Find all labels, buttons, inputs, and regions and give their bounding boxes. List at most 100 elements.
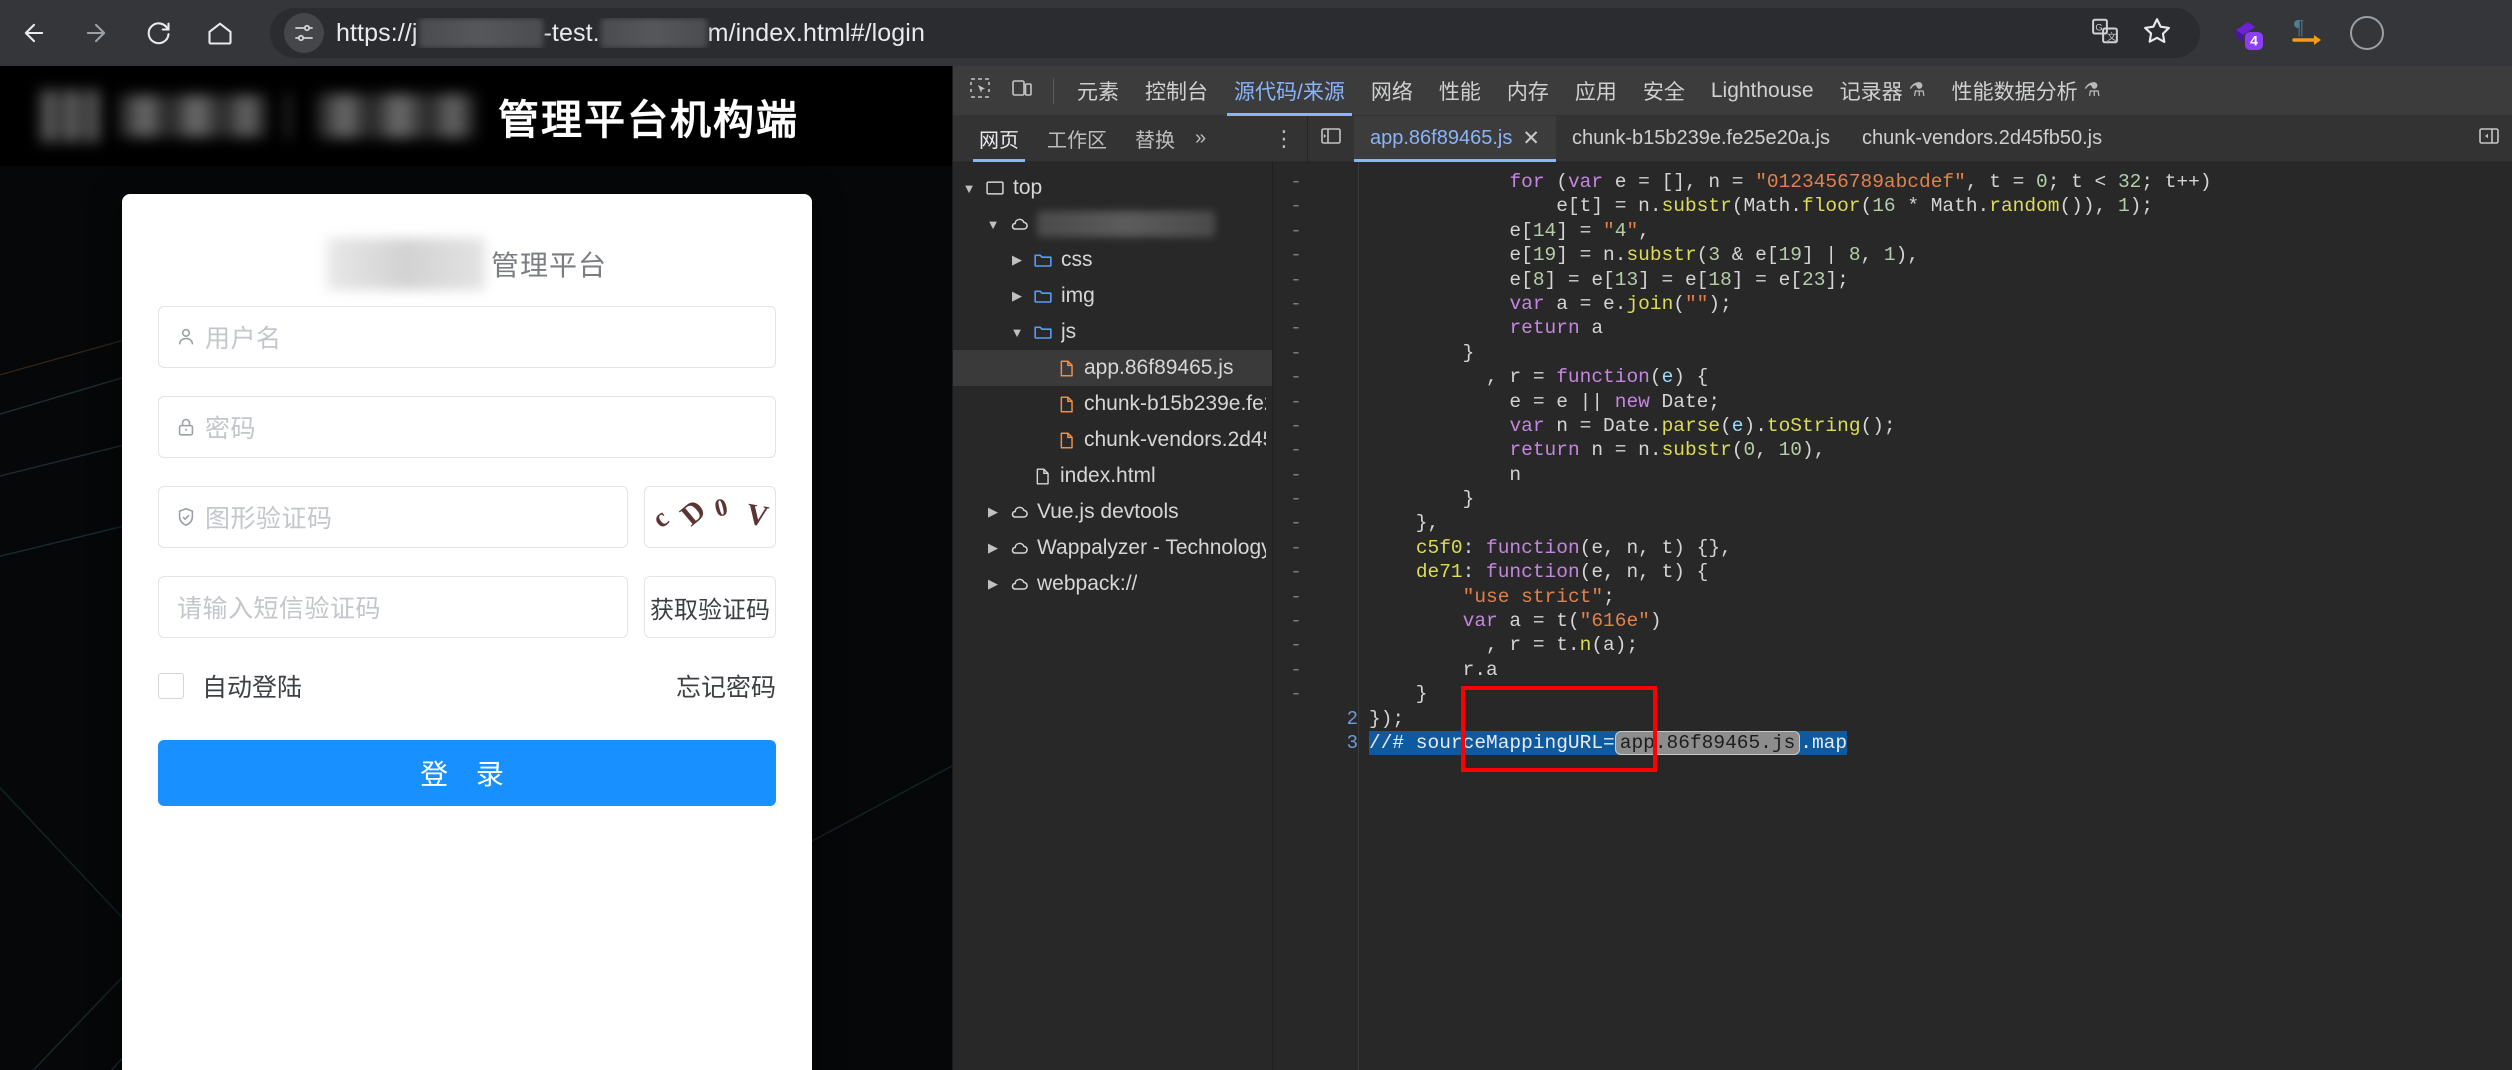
- chevron-down-icon[interactable]: ▼: [1009, 325, 1025, 340]
- reload-button[interactable]: [130, 5, 186, 61]
- pilcrow-arrow-extension-button[interactable]: ¶: [2282, 8, 2332, 58]
- device-toolbar-button[interactable]: [1001, 70, 1043, 112]
- username-placeholder: 用户名: [205, 325, 282, 353]
- tree-row[interactable]: ▶ Wappalyzer - Technology profiler: [953, 530, 1272, 566]
- chevron-right-icon[interactable]: ▶: [985, 576, 1001, 592]
- devtools-tab-9[interactable]: 记录器 ⚗: [1827, 66, 1939, 116]
- chevron-down-icon[interactable]: ▼: [985, 217, 1001, 232]
- page-viewport: 管理平台机构端 管理平台 用户名 密码 图形验证码 c D 0 V 请输入短信验…: [0, 66, 952, 1070]
- forward-button[interactable]: [68, 5, 124, 61]
- devtools-tab-8[interactable]: Lighthouse: [1698, 66, 1827, 116]
- back-button[interactable]: [6, 5, 62, 61]
- line-number: [1319, 609, 1358, 633]
- sms-captcha-field[interactable]: 请输入短信验证码: [158, 576, 628, 638]
- tree-row[interactable]: ▼: [953, 206, 1272, 242]
- devtools-tabbar: 元素 控制台 源代码/来源 网络 性能 内存 应用 安全 Lighthouse 记录器 ⚗ 性能数据分…: [953, 66, 2512, 116]
- inspect-element-button[interactable]: [959, 70, 1001, 112]
- forgot-password-link[interactable]: 忘记密码: [676, 668, 776, 704]
- cloud-icon: [1009, 502, 1029, 522]
- file-tab-0[interactable]: app.86f89465.js ✕: [1354, 115, 1556, 162]
- navigator-more-button[interactable]: »: [1189, 127, 1212, 150]
- file-navigator-tree[interactable]: ▼ top ▼ ▶ css ▶ img ▼ js app.86f89465.js chunk-b15…: [953, 162, 1273, 1070]
- code-line: }: [1369, 488, 1475, 511]
- extension-badge-button[interactable]: 4: [2222, 8, 2272, 58]
- line-number: [1319, 365, 1358, 389]
- auto-login-group[interactable]: 自动登陆: [158, 668, 302, 704]
- tree-row[interactable]: ▼ js: [953, 314, 1272, 350]
- code-line: n: [1369, 463, 1522, 486]
- username-field[interactable]: 用户名: [158, 306, 776, 368]
- line-number: 3: [1346, 731, 1358, 754]
- code-editor[interactable]: ---------------------- 23 for (var e = […: [1273, 162, 2512, 1070]
- image-captcha-field[interactable]: 图形验证码: [158, 486, 628, 548]
- navigator-subtabs: 网页 工作区 替换»: [953, 116, 1273, 162]
- selected-token[interactable]: app.86f89465.js: [1614, 730, 1801, 755]
- line-number: [1319, 341, 1358, 365]
- devtools-tab-7[interactable]: 安全: [1630, 66, 1698, 116]
- auto-login-checkbox[interactable]: [158, 673, 184, 699]
- tree-row[interactable]: ▶ Vue.js devtools: [953, 494, 1272, 530]
- tree-row[interactable]: chunk-vendors.2d45fb50.js: [953, 422, 1272, 458]
- tree-row[interactable]: chunk-b15b239e.fe25e20a.js: [953, 386, 1272, 422]
- toggle-navigator-button[interactable]: [1308, 116, 1354, 162]
- tree-label: chunk-b15b239e.fe25e20a.js: [1084, 392, 1266, 415]
- home-button[interactable]: [192, 5, 248, 61]
- devtools-tab-5[interactable]: 内存: [1494, 66, 1562, 116]
- navigator-subtab-0[interactable]: 网页: [965, 116, 1033, 162]
- toggle-sidebar-button[interactable]: [2466, 116, 2512, 162]
- url-text[interactable]: https://j -test. m/index.html#/login: [336, 18, 925, 48]
- folder-icon: [1033, 250, 1053, 270]
- tree-row[interactable]: app.86f89465.js: [953, 350, 1272, 386]
- chevron-right-icon[interactable]: ▶: [1009, 252, 1025, 268]
- header-divider-redacted: [286, 93, 290, 139]
- chevron-right-icon[interactable]: ▶: [985, 504, 1001, 520]
- devtools-tab-1[interactable]: 控制台: [1132, 66, 1221, 116]
- devtools-tab-6[interactable]: 应用: [1562, 66, 1630, 116]
- profile-avatar[interactable]: [2342, 8, 2392, 58]
- devtools-tab-label: 内存: [1506, 80, 1549, 104]
- selected-line[interactable]: //# sourceMappingURL= app.86f89465.js .map: [1369, 730, 1848, 756]
- close-icon[interactable]: ✕: [1522, 126, 1540, 151]
- tree-row[interactable]: ▶ img: [953, 278, 1272, 314]
- navigator-subtab-1[interactable]: 工作区: [1033, 116, 1121, 162]
- translate-button[interactable]: G 文: [2082, 10, 2128, 56]
- site-settings-icon[interactable]: [284, 13, 324, 53]
- tree-row[interactable]: ▶ webpack://: [953, 566, 1272, 602]
- chevron-right-icon[interactable]: ▶: [1009, 288, 1025, 304]
- kebab-menu-icon[interactable]: ⋮: [1273, 126, 1295, 152]
- chevron-down-icon[interactable]: ▼: [961, 181, 977, 196]
- line-number: [1319, 560, 1358, 584]
- navigator-subtab-2[interactable]: 替换: [1121, 116, 1189, 162]
- tree-row[interactable]: index.html: [953, 458, 1272, 494]
- line-number: [1319, 219, 1358, 243]
- frame-icon: [985, 178, 1005, 198]
- file-tab-2[interactable]: chunk-vendors.2d45fb50.js: [1846, 116, 2118, 162]
- tree-label: webpack://: [1037, 572, 1138, 595]
- password-field[interactable]: 密码: [158, 396, 776, 458]
- code-content[interactable]: for (var e = [], n = "0123456789abcdef",…: [1359, 162, 2512, 1070]
- devtools-tab-0[interactable]: 元素: [1064, 66, 1132, 116]
- bookmark-button[interactable]: [2134, 10, 2180, 56]
- page-title: 管理平台机构端: [498, 97, 799, 143]
- tree-label: Vue.js devtools: [1037, 500, 1179, 523]
- address-bar[interactable]: https://j -test. m/index.html#/login G 文: [270, 8, 2200, 58]
- devtools-tab-4[interactable]: 性能: [1426, 66, 1494, 116]
- file-tab-1[interactable]: chunk-b15b239e.fe25e20a.js: [1556, 116, 1846, 162]
- captcha-image[interactable]: c D 0 V: [644, 486, 776, 548]
- tree-row[interactable]: ▼ top: [953, 170, 1272, 206]
- tree-label: img: [1061, 284, 1095, 307]
- page-header: 管理平台机构端: [0, 66, 952, 166]
- get-sms-code-button[interactable]: 获取验证码: [644, 576, 776, 638]
- fold-gutter: ----------------------: [1273, 162, 1319, 1070]
- devtools-tab-3[interactable]: 网络: [1358, 66, 1426, 116]
- devtools-tab-2[interactable]: 源代码/来源: [1221, 66, 1358, 116]
- tree-row[interactable]: ▶ css: [953, 242, 1272, 278]
- svg-text:G: G: [2095, 22, 2102, 32]
- line-number: [1319, 633, 1358, 657]
- devtools-tab-10[interactable]: 性能数据分析 ⚗: [1939, 66, 2114, 116]
- fold-marker: -: [1290, 195, 1302, 218]
- tree-label: Wappalyzer - Technology profiler: [1037, 536, 1266, 559]
- cloud-icon: [1009, 214, 1029, 234]
- login-button[interactable]: 登 录: [158, 740, 776, 806]
- chevron-right-icon[interactable]: ▶: [985, 540, 1001, 556]
